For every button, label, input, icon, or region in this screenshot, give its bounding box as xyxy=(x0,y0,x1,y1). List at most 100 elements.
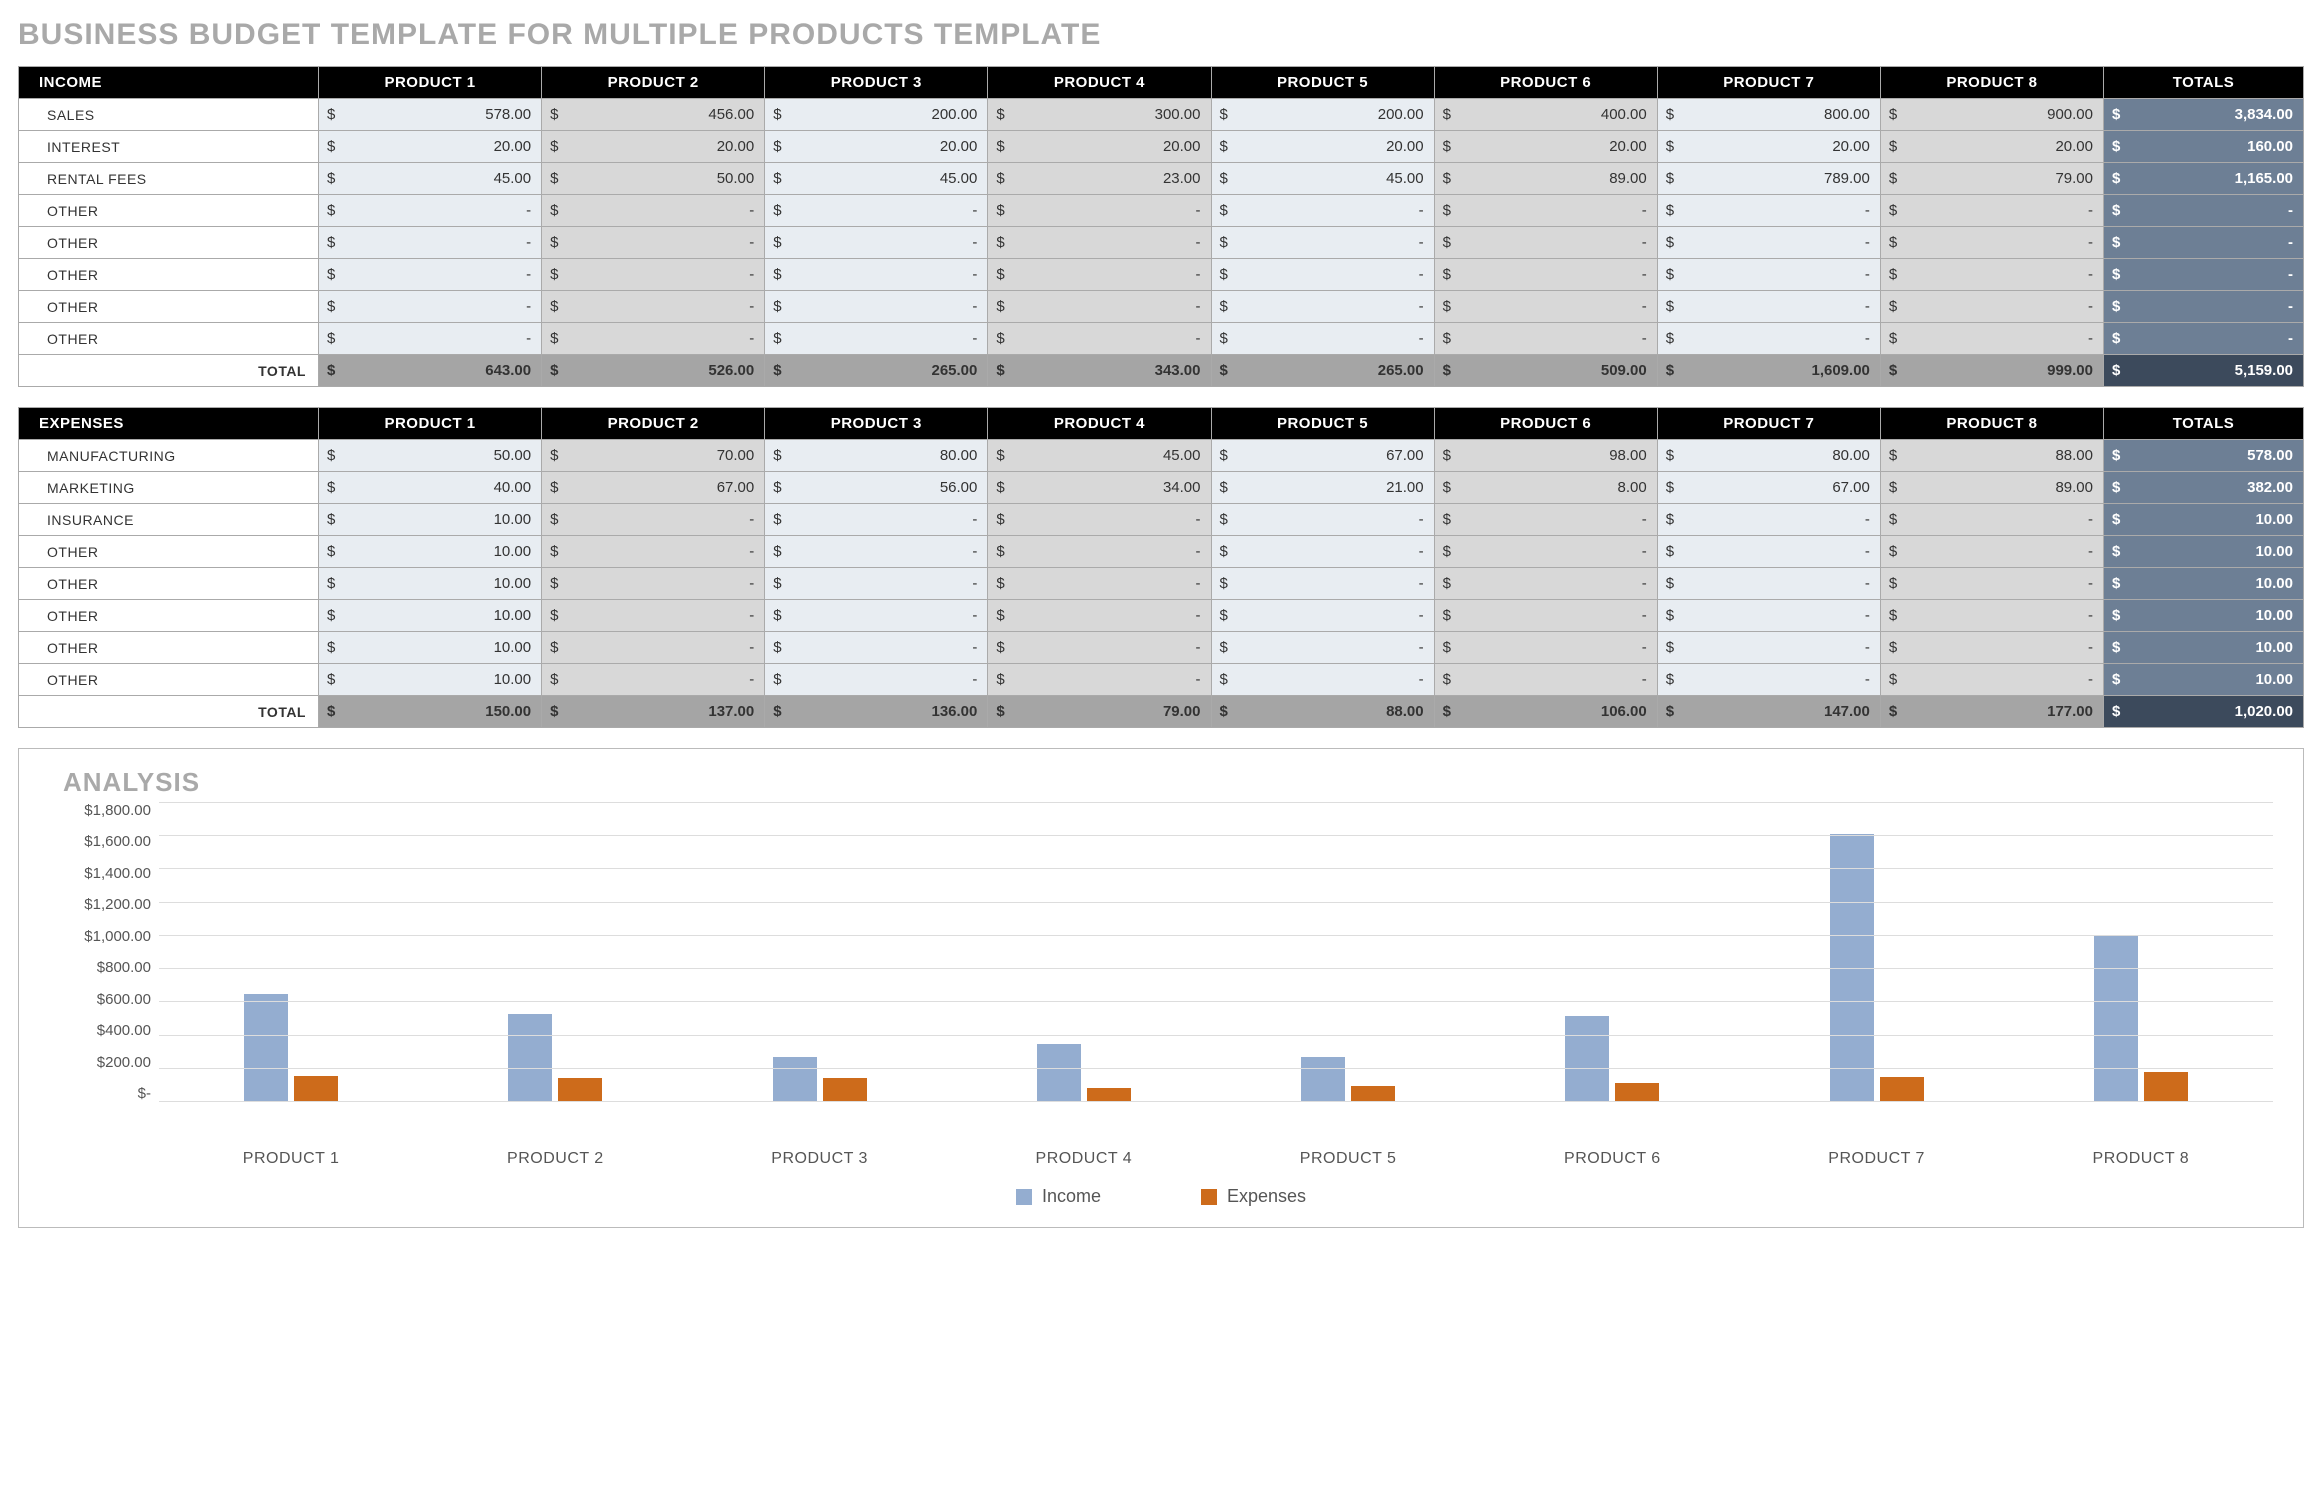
expenses-cell[interactable]: $- xyxy=(1657,504,1880,536)
expenses-cell[interactable]: $10.00 xyxy=(319,600,542,632)
expenses-cell[interactable]: $- xyxy=(988,536,1211,568)
expenses-cell[interactable]: $10.00 xyxy=(319,664,542,696)
income-cell[interactable]: $- xyxy=(1211,227,1434,259)
income-cell[interactable]: $- xyxy=(319,291,542,323)
income-cell[interactable]: $79.00 xyxy=(1880,163,2103,195)
income-cell[interactable]: $- xyxy=(765,323,988,355)
expenses-cell[interactable]: $- xyxy=(1657,536,1880,568)
income-cell[interactable]: $- xyxy=(542,323,765,355)
expenses-cell[interactable]: $- xyxy=(1211,568,1434,600)
income-cell[interactable]: $89.00 xyxy=(1434,163,1657,195)
expenses-cell[interactable]: $70.00 xyxy=(542,440,765,472)
income-cell[interactable]: $900.00 xyxy=(1880,99,2103,131)
income-cell[interactable]: $200.00 xyxy=(765,99,988,131)
expenses-cell[interactable]: $- xyxy=(765,504,988,536)
income-cell[interactable]: $- xyxy=(765,291,988,323)
income-cell[interactable]: $- xyxy=(988,195,1211,227)
expenses-cell[interactable]: $- xyxy=(542,504,765,536)
expenses-cell[interactable]: $- xyxy=(1434,632,1657,664)
income-cell[interactable]: $- xyxy=(988,323,1211,355)
expenses-cell[interactable]: $- xyxy=(765,632,988,664)
income-cell[interactable]: $- xyxy=(1657,291,1880,323)
expenses-cell[interactable]: $67.00 xyxy=(1211,440,1434,472)
expenses-cell[interactable]: $- xyxy=(1434,536,1657,568)
income-cell[interactable]: $800.00 xyxy=(1657,99,1880,131)
income-cell[interactable]: $- xyxy=(1657,195,1880,227)
income-cell[interactable]: $20.00 xyxy=(1880,131,2103,163)
income-cell[interactable]: $- xyxy=(1211,259,1434,291)
income-cell[interactable]: $- xyxy=(988,291,1211,323)
expenses-cell[interactable]: $- xyxy=(1211,504,1434,536)
income-cell[interactable]: $400.00 xyxy=(1434,99,1657,131)
income-cell[interactable]: $- xyxy=(1434,259,1657,291)
income-cell[interactable]: $20.00 xyxy=(765,131,988,163)
income-cell[interactable]: $- xyxy=(1434,227,1657,259)
income-cell[interactable]: $20.00 xyxy=(319,131,542,163)
expenses-cell[interactable]: $- xyxy=(1880,504,2103,536)
expenses-cell[interactable]: $- xyxy=(1434,504,1657,536)
expenses-cell[interactable]: $67.00 xyxy=(1657,472,1880,504)
expenses-cell[interactable]: $- xyxy=(1880,600,2103,632)
income-cell[interactable]: $- xyxy=(1434,323,1657,355)
income-cell[interactable]: $- xyxy=(1211,291,1434,323)
expenses-cell[interactable]: $- xyxy=(765,536,988,568)
income-cell[interactable]: $- xyxy=(1211,323,1434,355)
expenses-cell[interactable]: $67.00 xyxy=(542,472,765,504)
income-cell[interactable]: $20.00 xyxy=(542,131,765,163)
expenses-cell[interactable]: $88.00 xyxy=(1880,440,2103,472)
expenses-cell[interactable]: $10.00 xyxy=(319,568,542,600)
expenses-cell[interactable]: $- xyxy=(1434,664,1657,696)
income-cell[interactable]: $- xyxy=(988,259,1211,291)
expenses-cell[interactable]: $89.00 xyxy=(1880,472,2103,504)
income-cell[interactable]: $- xyxy=(1880,291,2103,323)
expenses-cell[interactable]: $56.00 xyxy=(765,472,988,504)
income-cell[interactable]: $200.00 xyxy=(1211,99,1434,131)
expenses-cell[interactable]: $21.00 xyxy=(1211,472,1434,504)
expenses-cell[interactable]: $- xyxy=(1880,664,2103,696)
expenses-cell[interactable]: $80.00 xyxy=(1657,440,1880,472)
expenses-cell[interactable]: $- xyxy=(1880,536,2103,568)
expenses-cell[interactable]: $8.00 xyxy=(1434,472,1657,504)
income-cell[interactable]: $- xyxy=(542,195,765,227)
income-cell[interactable]: $300.00 xyxy=(988,99,1211,131)
expenses-cell[interactable]: $- xyxy=(765,568,988,600)
income-cell[interactable]: $20.00 xyxy=(1211,131,1434,163)
expenses-cell[interactable]: $50.00 xyxy=(319,440,542,472)
expenses-cell[interactable]: $34.00 xyxy=(988,472,1211,504)
expenses-cell[interactable]: $- xyxy=(1211,600,1434,632)
expenses-cell[interactable]: $- xyxy=(765,664,988,696)
expenses-cell[interactable]: $- xyxy=(988,504,1211,536)
income-cell[interactable]: $20.00 xyxy=(1434,131,1657,163)
income-cell[interactable]: $789.00 xyxy=(1657,163,1880,195)
income-cell[interactable]: $50.00 xyxy=(542,163,765,195)
expenses-cell[interactable]: $- xyxy=(542,664,765,696)
income-cell[interactable]: $20.00 xyxy=(1657,131,1880,163)
expenses-cell[interactable]: $- xyxy=(542,600,765,632)
expenses-cell[interactable]: $- xyxy=(1657,632,1880,664)
expenses-cell[interactable]: $- xyxy=(1211,664,1434,696)
income-cell[interactable]: $- xyxy=(319,259,542,291)
expenses-cell[interactable]: $- xyxy=(1434,568,1657,600)
income-cell[interactable]: $- xyxy=(1434,195,1657,227)
expenses-cell[interactable]: $- xyxy=(988,600,1211,632)
income-cell[interactable]: $- xyxy=(1880,259,2103,291)
expenses-cell[interactable]: $- xyxy=(542,536,765,568)
expenses-cell[interactable]: $10.00 xyxy=(319,536,542,568)
expenses-cell[interactable]: $- xyxy=(1211,536,1434,568)
income-cell[interactable]: $- xyxy=(319,227,542,259)
expenses-cell[interactable]: $- xyxy=(542,568,765,600)
income-cell[interactable]: $- xyxy=(988,227,1211,259)
income-cell[interactable]: $578.00 xyxy=(319,99,542,131)
expenses-cell[interactable]: $80.00 xyxy=(765,440,988,472)
income-cell[interactable]: $- xyxy=(765,227,988,259)
expenses-cell[interactable]: $- xyxy=(765,600,988,632)
expenses-cell[interactable]: $- xyxy=(542,632,765,664)
expenses-cell[interactable]: $10.00 xyxy=(319,632,542,664)
expenses-cell[interactable]: $40.00 xyxy=(319,472,542,504)
income-cell[interactable]: $45.00 xyxy=(765,163,988,195)
income-cell[interactable]: $45.00 xyxy=(319,163,542,195)
income-cell[interactable]: $- xyxy=(1880,227,2103,259)
expenses-cell[interactable]: $- xyxy=(1211,632,1434,664)
income-cell[interactable]: $- xyxy=(542,259,765,291)
income-cell[interactable]: $- xyxy=(1211,195,1434,227)
